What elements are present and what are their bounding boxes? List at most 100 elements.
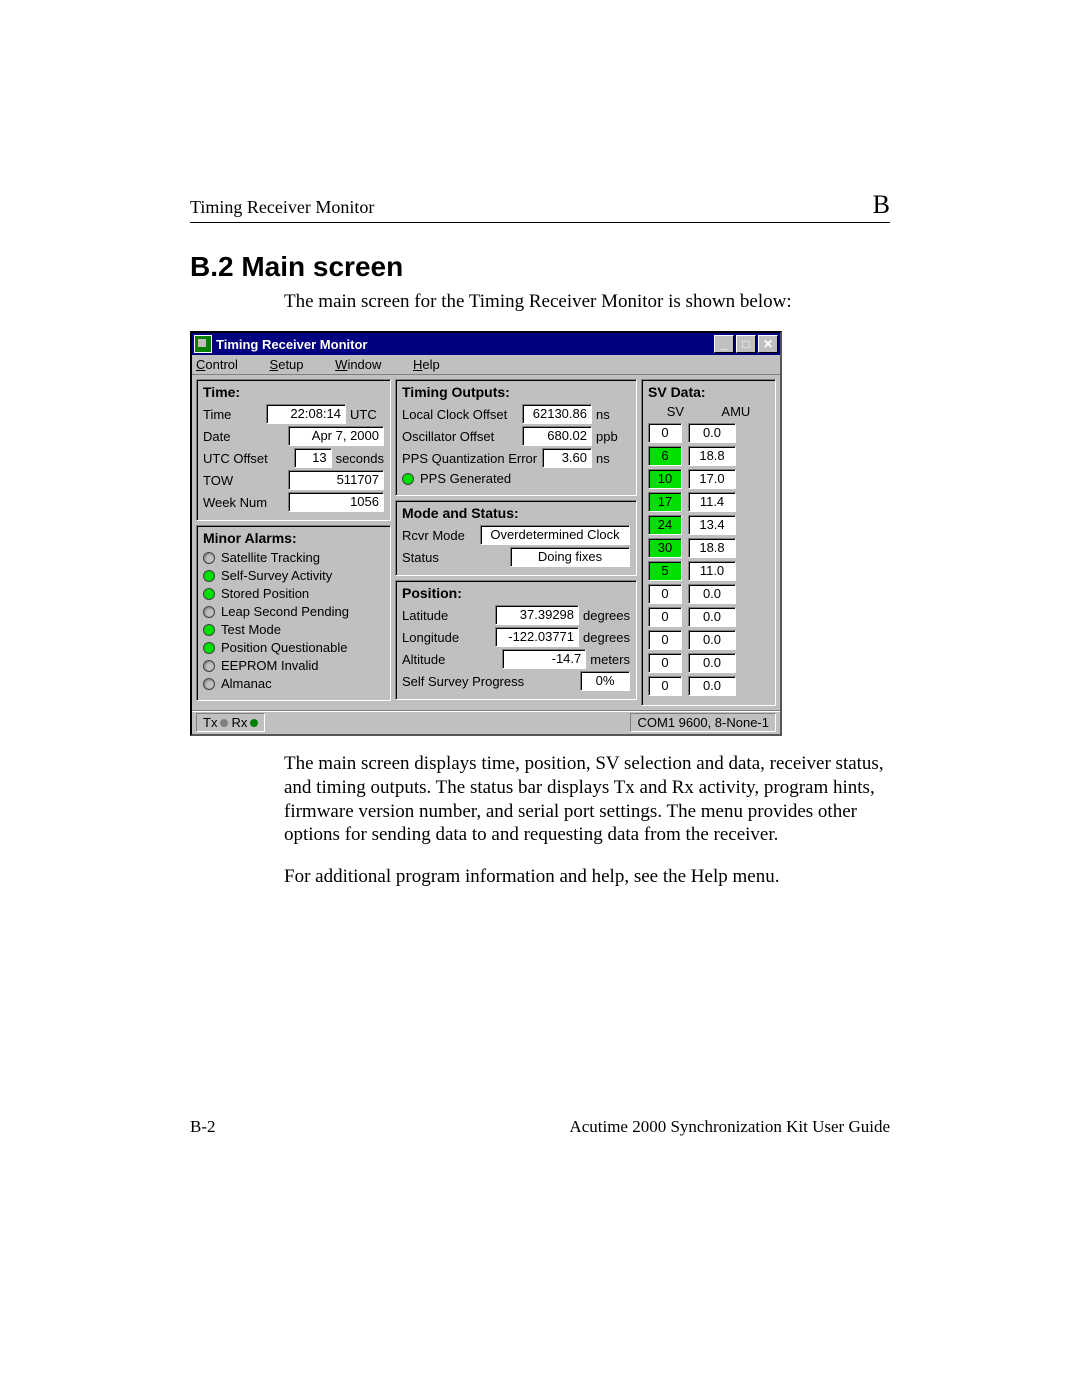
sv-number: 0 [648, 607, 682, 627]
sv-amu: 0.0 [688, 653, 736, 673]
sv-number: 0 [648, 630, 682, 650]
sv-amu: 18.8 [688, 538, 736, 558]
alarm-label: Self-Survey Activity [221, 568, 332, 583]
sv-amu: 11.0 [688, 561, 736, 581]
sv-number: 30 [648, 538, 682, 558]
alarm-item: Self-Survey Activity [203, 568, 384, 583]
sv-number: 10 [648, 469, 682, 489]
alarm-item: Satellite Tracking [203, 550, 384, 565]
alarm-item: EEPROM Invalid [203, 658, 384, 673]
sv-amu: 0.0 [688, 584, 736, 604]
sv-panel: SV Data: SVAMU 00.0618.81017.01711.42413… [641, 379, 776, 706]
tow-value: 511707 [288, 470, 384, 490]
sv-row: 2413.4 [648, 515, 769, 535]
sv-number: 0 [648, 676, 682, 696]
running-header: Timing Receiver Monitor B [190, 190, 890, 223]
alarms-title: Minor Alarms: [203, 530, 384, 546]
header-right: B [873, 190, 890, 220]
local-clock-offset: 62130.86 [522, 404, 592, 424]
alarm-label: Satellite Tracking [221, 550, 320, 565]
alarm-label: Test Mode [221, 622, 281, 637]
sv-row: 00.0 [648, 676, 769, 696]
sv-amu: 0.0 [688, 607, 736, 627]
sv-number: 0 [648, 584, 682, 604]
app-window: Timing Receiver Monitor _ □ ✕ Control Se… [190, 331, 782, 736]
minimize-button[interactable]: _ [714, 335, 734, 353]
alarm-label: Almanac [221, 676, 272, 691]
week-value: 1056 [288, 492, 384, 512]
pps-generated-label: PPS Generated [420, 471, 511, 486]
alarm-item: Leap Second Pending [203, 604, 384, 619]
sv-row: 10 17.0 [648, 469, 769, 489]
body-para-2: For additional program information and h… [284, 865, 890, 889]
latitude: 37.39298 [495, 605, 579, 625]
header-left: Timing Receiver Monitor [190, 197, 374, 218]
sv-number: 5 [648, 561, 682, 581]
led-icon [203, 606, 215, 618]
sv-row: 618.8 [648, 446, 769, 466]
sv-row: 00.0 [648, 584, 769, 604]
alarm-label: Position Questionable [221, 640, 347, 655]
time-value: 22:08:14 [266, 404, 346, 424]
sv-row: 00.0 [648, 607, 769, 627]
sv-amu: 11.4 [688, 492, 736, 512]
outputs-panel: Timing Outputs: Local Clock Offset62130.… [395, 379, 637, 496]
menu-window[interactable]: Window [335, 357, 395, 372]
sv-number: 17 [648, 492, 682, 512]
alarm-item: Test Mode [203, 622, 384, 637]
alarm-item: Position Questionable [203, 640, 384, 655]
utc-offset-value: 13 [294, 448, 332, 468]
sv-title: SV Data: [648, 384, 769, 400]
section-title: B.2 Main screen [190, 251, 890, 283]
title-bar[interactable]: Timing Receiver Monitor _ □ ✕ [192, 333, 780, 355]
longitude: -122.03771 [495, 627, 579, 647]
led-icon [203, 588, 215, 600]
alarm-label: Stored Position [221, 586, 309, 601]
mode-title: Mode and Status: [402, 505, 630, 521]
sv-amu: 17.0 [688, 469, 736, 489]
sv-row: 00.0 [648, 423, 769, 443]
sv-amu: 0.0 [688, 676, 736, 696]
alarm-label: Leap Second Pending [221, 604, 349, 619]
menu-control[interactable]: Control [196, 357, 252, 372]
menu-help[interactable]: Help [413, 357, 454, 372]
sv-number: 0 [648, 423, 682, 443]
rcvr-status: Doing fixes [510, 547, 630, 567]
sv-row: 17 11.4 [648, 492, 769, 512]
position-panel: Position: Latitude37.39298degrees Longit… [395, 580, 637, 700]
led-icon [203, 642, 215, 654]
sv-row: 511.0 [648, 561, 769, 581]
port-settings: COM1 9600, 8-None-1 [630, 713, 776, 732]
mode-panel: Mode and Status: Rcvr ModeOverdetermined… [395, 500, 637, 576]
tx-led-icon [220, 719, 228, 727]
sv-row: 30 18.8 [648, 538, 769, 558]
led-icon [203, 678, 215, 690]
footer-left: B-2 [190, 1117, 216, 1137]
sv-row: 00.0 [648, 653, 769, 673]
time-title: Time: [203, 384, 384, 400]
position-title: Position: [402, 585, 630, 601]
sv-amu: 0.0 [688, 423, 736, 443]
intro-text: The main screen for the Timing Receiver … [284, 291, 890, 313]
menu-setup[interactable]: Setup [270, 357, 318, 372]
body-para-1: The main screen displays time, position,… [284, 752, 890, 847]
maximize-button[interactable]: □ [736, 335, 756, 353]
altitude: -14.7 [502, 649, 586, 669]
sv-number: 6 [648, 446, 682, 466]
app-icon[interactable] [194, 335, 212, 353]
led-icon [203, 624, 215, 636]
sv-amu: 0.0 [688, 630, 736, 650]
survey-progress: 0% [580, 671, 630, 691]
close-button[interactable]: ✕ [758, 335, 778, 353]
pps-qerr: 3.60 [542, 448, 592, 468]
alarms-panel: Minor Alarms: Satellite Tracking Self-Sur… [196, 525, 391, 701]
osc-offset: 680.02 [522, 426, 592, 446]
pps-led-icon [402, 473, 414, 485]
alarm-item: Stored Position [203, 586, 384, 601]
rcvr-mode: Overdetermined Clock [480, 525, 630, 545]
led-icon [203, 552, 215, 564]
alarm-item: Almanac [203, 676, 384, 691]
footer-right: Acutime 2000 Synchronization Kit User Gu… [569, 1117, 890, 1137]
page-footer: B-2 Acutime 2000 Synchronization Kit Use… [190, 1117, 890, 1137]
window-title: Timing Receiver Monitor [216, 337, 367, 352]
